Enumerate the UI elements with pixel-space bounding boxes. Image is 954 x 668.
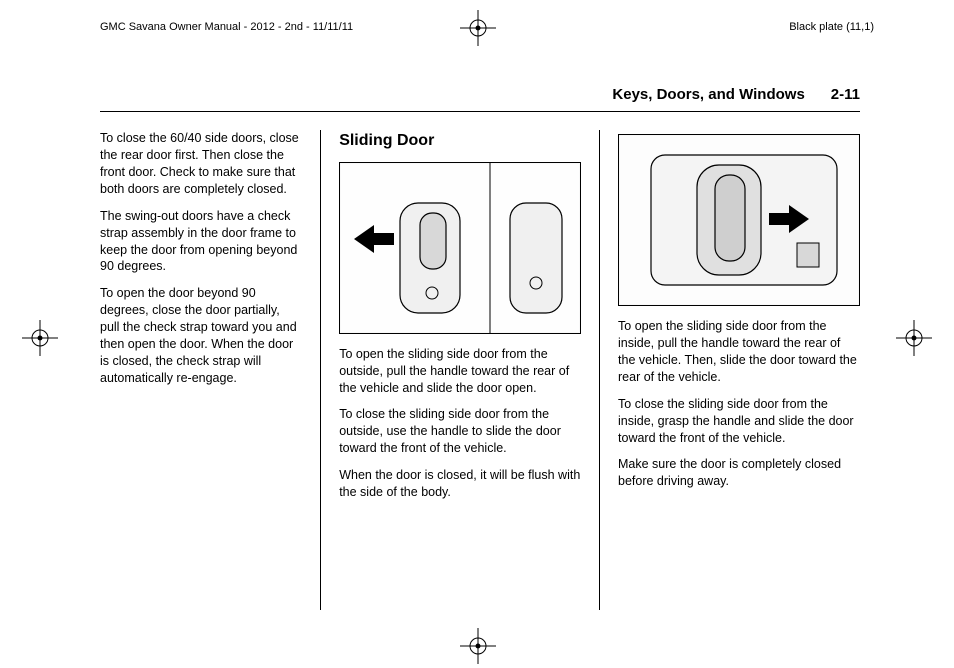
section-title: Keys, Doors, and Windows bbox=[612, 85, 804, 105]
body-text: To close the sliding side door from the … bbox=[339, 406, 581, 457]
column-3: To open the sliding side door from the i… bbox=[618, 130, 860, 610]
crop-mark-right-icon bbox=[896, 320, 932, 356]
column-1: To close the 60/40 side doors, close the… bbox=[100, 130, 302, 610]
sliding-door-outside-figure bbox=[339, 162, 581, 334]
body-text: When the door is closed, it will be flus… bbox=[339, 467, 581, 501]
body-text: To open the sliding side door from the i… bbox=[618, 318, 860, 386]
body-text: To close the 60/40 side doors, close the… bbox=[100, 130, 302, 198]
plate-label: Black plate (11,1) bbox=[789, 20, 874, 35]
sliding-door-heading: Sliding Door bbox=[339, 130, 581, 152]
column-2: Sliding Door bbox=[339, 130, 581, 610]
body-text: To close the sliding side door from the … bbox=[618, 396, 860, 447]
page-number: 2-11 bbox=[831, 85, 860, 105]
door-handle-outside-icon bbox=[340, 163, 580, 333]
body-text: To open the door beyond 90 degrees, clos… bbox=[100, 285, 302, 386]
running-head: Keys, Doors, and Windows 2-11 bbox=[100, 85, 860, 112]
column-divider bbox=[599, 130, 600, 610]
crop-mark-top-icon bbox=[460, 10, 496, 46]
body-text: Make sure the door is completely closed … bbox=[618, 456, 860, 490]
crop-mark-left-icon bbox=[22, 320, 58, 356]
doc-title: GMC Savana Owner Manual - 2012 - 2nd - 1… bbox=[100, 20, 353, 35]
body-text: The swing-out doors have a check strap a… bbox=[100, 208, 302, 276]
crop-mark-bottom-icon bbox=[460, 628, 496, 664]
door-handle-inside-icon bbox=[619, 135, 859, 305]
sliding-door-inside-figure bbox=[618, 134, 860, 306]
body-text: To open the sliding side door from the o… bbox=[339, 346, 581, 397]
column-divider bbox=[320, 130, 321, 610]
